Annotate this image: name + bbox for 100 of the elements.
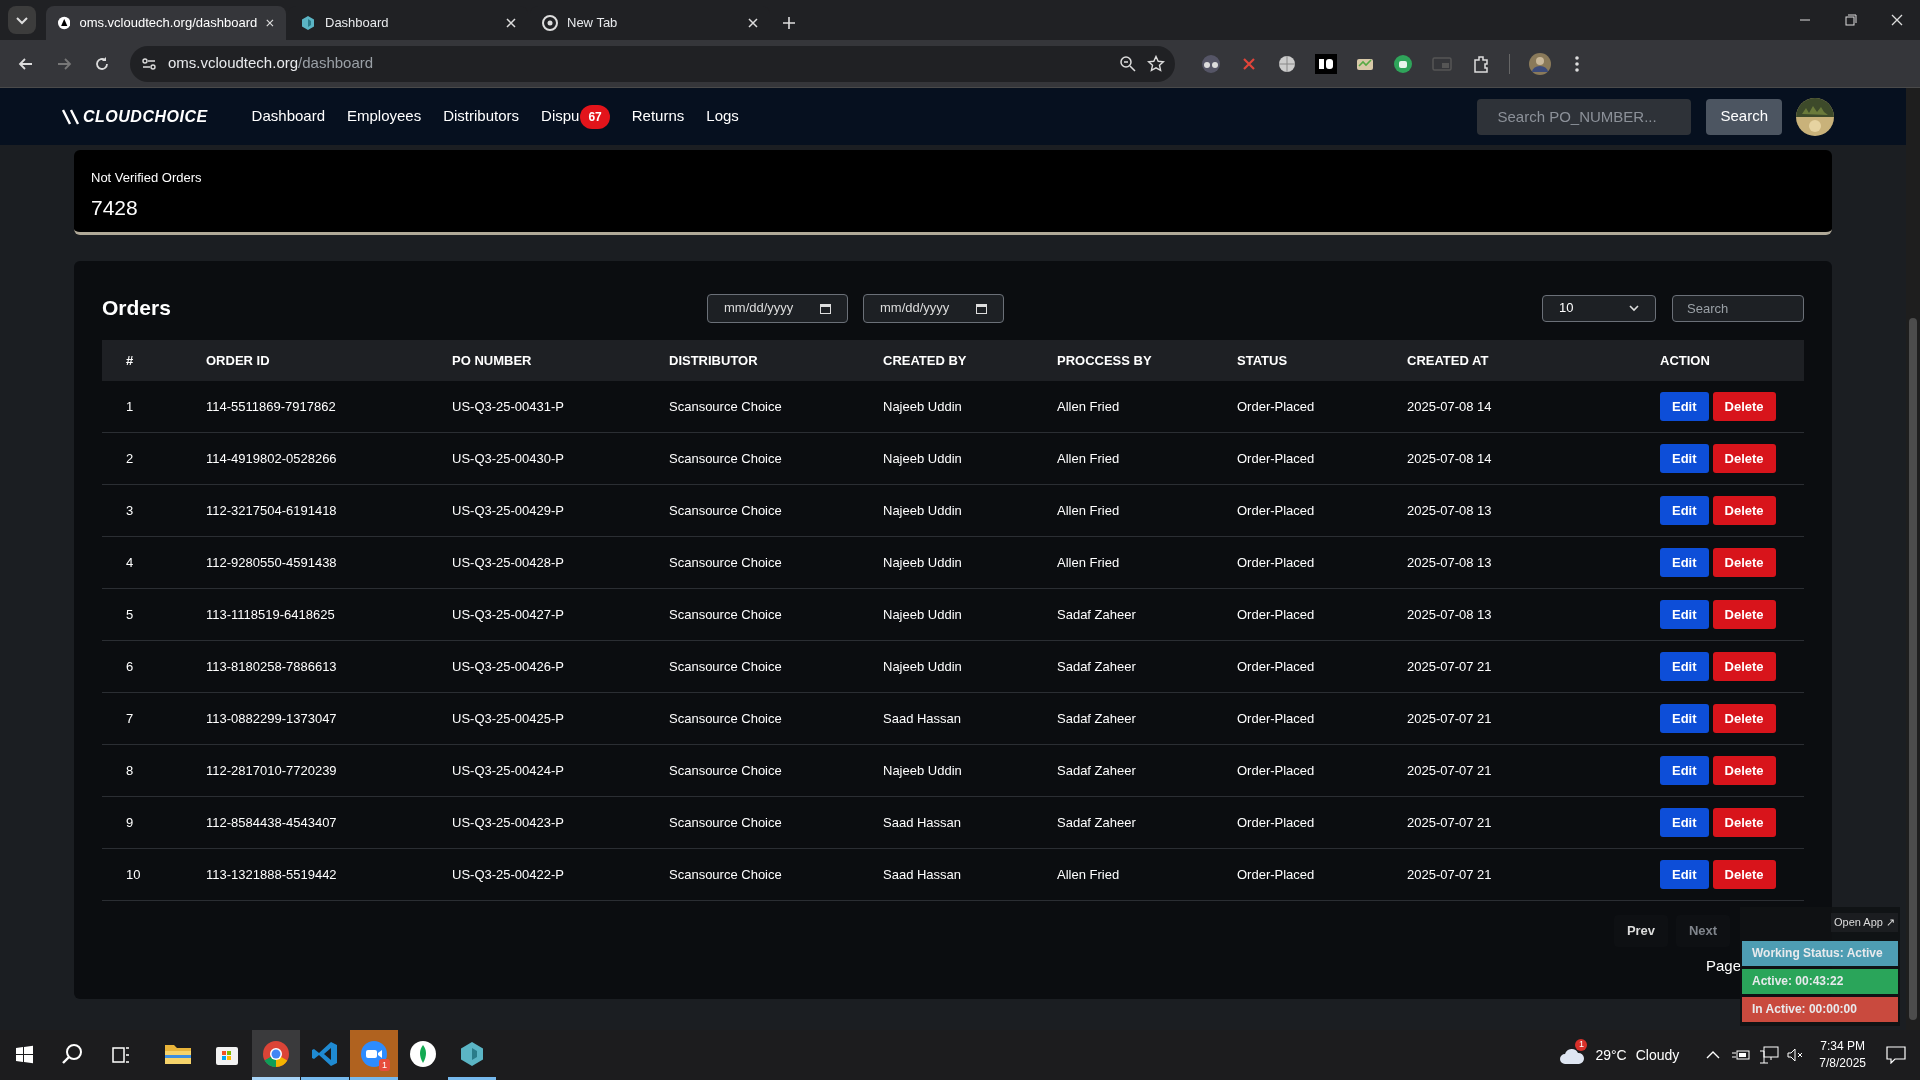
nav-link[interactable]: Employees [347, 105, 422, 128]
table-cell-text: US-Q3-25-00426-P [452, 657, 565, 676]
status-bar: Active: 00:43:22 [1742, 968, 1898, 994]
table-cell-text: 3 [126, 501, 135, 520]
delete-button[interactable]: Delete [1712, 808, 1776, 837]
edit-button[interactable]: Edit [1660, 860, 1709, 889]
table-cell-text: 112-8584438-4543407 [206, 813, 338, 832]
notification-badge: 67 [580, 104, 610, 129]
table-cell-text: Scansource Choice [669, 657, 783, 676]
date-field[interactable]: mm/dd/yyyy [863, 293, 1004, 323]
delete-button[interactable]: Delete [1712, 860, 1776, 889]
taskbar-app[interactable] [252, 1030, 300, 1080]
close-icon[interactable] [506, 18, 516, 28]
table-cell-text: Scansource Choice [669, 761, 783, 780]
edit-button[interactable]: Edit [1660, 600, 1709, 629]
table-cell-text: Order-Placed [1237, 501, 1316, 520]
delete-button[interactable]: Delete [1712, 756, 1776, 785]
table-cell-text: 4 [126, 553, 135, 572]
calendar-icon[interactable] [820, 302, 831, 314]
search-field[interactable]: Search [1672, 294, 1804, 322]
zoom-out-icon[interactable] [1119, 54, 1137, 73]
date-field[interactable]: mm/dd/yyyy [707, 293, 848, 323]
table-cell-text: 2025-07-08 14 [1407, 449, 1493, 468]
nav-link[interactable]: Logs [706, 105, 739, 128]
table-cell-text: 113-1321888-5519442 [206, 865, 338, 884]
table-cell-text: Order-Placed [1237, 761, 1316, 780]
bookmark-star-icon[interactable] [1147, 54, 1165, 73]
table-cell-text: US-Q3-25-00430-P [452, 449, 565, 468]
table-cell-text: Sadaf Zaheer [1057, 709, 1137, 728]
edit-button[interactable]: Edit [1660, 496, 1709, 525]
column-header: ORDER ID [206, 351, 271, 370]
leaf-icon [409, 1039, 437, 1068]
nav-link[interactable]: Returns [631, 105, 685, 128]
table-cell-text: Allen Fried [1057, 397, 1121, 416]
table-cell-text: 113-8180258-7886613 [206, 657, 338, 676]
close-icon[interactable] [266, 18, 274, 28]
battery-icon[interactable] [1731, 1048, 1752, 1062]
more-menu-icon[interactable] [1574, 53, 1580, 74]
delete-button[interactable]: Delete [1712, 444, 1776, 473]
table-cell-text: 5 [126, 605, 135, 624]
stat-value: 7428 [91, 194, 139, 221]
taskbar-app[interactable]: 1 [350, 1030, 398, 1080]
edit-button[interactable]: Edit [1660, 756, 1709, 785]
weather-temperature: 29°C [1595, 1045, 1627, 1065]
profile-avatar-icon[interactable] [1528, 51, 1552, 76]
calendar-icon[interactable] [976, 302, 987, 314]
delete-button[interactable]: Delete [1712, 496, 1776, 525]
table-cell-text: 113-1118519-6418625 [206, 605, 336, 624]
table-cell-text: US-Q3-25-00431-P [452, 397, 565, 416]
delete-button[interactable]: Delete [1712, 704, 1776, 733]
hexagon-icon [300, 15, 316, 31]
notification-badge: 1 [1575, 1039, 1588, 1051]
table-cell-text: 114-4919802-0528266 [206, 449, 338, 468]
address-bar[interactable]: oms.vcloudtech.org/dashboard [130, 45, 1175, 82]
globe-icon[interactable] [1277, 53, 1297, 74]
browser-tab[interactable]: oms.vcloudtech.org/dashboard [46, 6, 286, 40]
delete-button[interactable]: Delete [1712, 548, 1776, 577]
nav-link[interactable]: Dashboard [251, 105, 325, 128]
edit-button[interactable]: Edit [1660, 392, 1709, 421]
edit-button[interactable]: Edit [1660, 548, 1709, 577]
table-cell-text: Scansource Choice [669, 605, 783, 624]
chevron-up-icon[interactable] [1705, 1050, 1722, 1060]
glasses-icon[interactable] [1201, 53, 1221, 74]
table-cell-text: US-Q3-25-00423-P [452, 813, 565, 832]
delete-button[interactable]: Delete [1712, 392, 1776, 421]
new-tab-icon[interactable] [782, 16, 796, 30]
hexagon-icon [458, 1039, 486, 1068]
scrollbar[interactable] [1906, 88, 1920, 1030]
nav-link[interactable]: Distributors [443, 105, 520, 128]
search-field[interactable]: Search PO_NUMBER... [1477, 98, 1692, 135]
table-cell-text: Scansource Choice [669, 865, 783, 884]
open-app-link[interactable]: Open App ↗ [1831, 913, 1898, 932]
table-cell-text: Najeeb Uddin [883, 761, 963, 780]
delete-button[interactable]: Delete [1712, 600, 1776, 629]
page-label: Page [1705, 956, 1741, 976]
delete-button[interactable]: Delete [1712, 652, 1776, 681]
table-cell-text: 6 [126, 657, 135, 676]
table-cell-text: Sadaf Zaheer [1057, 813, 1137, 832]
page-size-select[interactable]: 10 [1542, 294, 1656, 322]
edit-button[interactable]: Edit [1660, 808, 1709, 837]
clock-time[interactable]: 7:34 PM [1820, 1038, 1865, 1055]
table-cell-text: Najeeb Uddin [883, 657, 963, 676]
clock-date[interactable]: 7/8/2025 [1819, 1055, 1866, 1072]
nav-link[interactable]: Dispu [541, 105, 580, 128]
table-cell-text: Saad Hassan [883, 813, 963, 832]
table-cell-text: Sadaf Zaheer [1057, 657, 1137, 676]
close-icon[interactable] [748, 18, 758, 28]
table-cell-text: Scansource Choice [669, 553, 783, 572]
tab-search-button[interactable] [8, 6, 36, 34]
user-avatar[interactable] [1796, 97, 1834, 136]
search-button[interactable]: Search [1706, 98, 1782, 135]
extensions-puzzle-icon[interactable] [1471, 53, 1491, 74]
table-cell-text: 1 [126, 397, 135, 416]
logo-icon [62, 107, 80, 126]
notifications-icon[interactable] [1886, 1046, 1906, 1064]
edit-button[interactable]: Edit [1660, 444, 1709, 473]
table-cell-text: 7 [126, 709, 135, 728]
network-icon[interactable] [1759, 1046, 1780, 1064]
edit-button[interactable]: Edit [1660, 652, 1709, 681]
edit-button[interactable]: Edit [1660, 704, 1709, 733]
